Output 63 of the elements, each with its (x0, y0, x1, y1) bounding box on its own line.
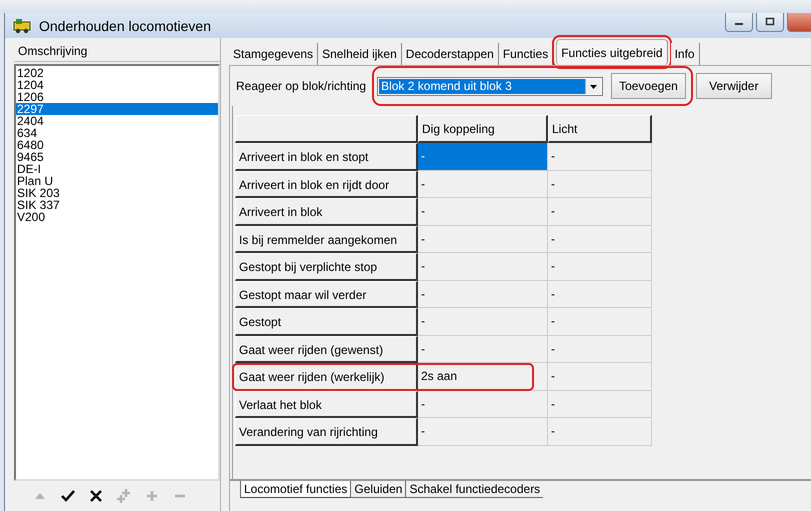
table-cell[interactable]: - (548, 336, 652, 363)
row-header: Verlaat het blok (235, 390, 418, 418)
tab[interactable]: Geluiden (350, 481, 406, 498)
row-header: Gestopt maar wil verder (235, 280, 418, 308)
row-header: Gestopt (235, 308, 418, 336)
table-cell[interactable]: - (418, 390, 548, 418)
table-cell[interactable]: - (418, 336, 548, 363)
list-item[interactable]: 6480 (16, 139, 218, 151)
row-header: Verandering van rijrichting (235, 418, 418, 446)
table-cell[interactable]: - (548, 143, 652, 170)
table-cell[interactable]: - (418, 253, 548, 280)
list-item[interactable]: DE-I (16, 163, 218, 175)
list-item[interactable]: V200 (16, 211, 218, 223)
table-cell[interactable]: - (418, 418, 548, 446)
list-item[interactable]: 9465 (16, 151, 218, 163)
table-cell[interactable]: - (548, 280, 652, 308)
table-cell[interactable]: - (418, 226, 548, 253)
list-item[interactable]: 1204 (16, 79, 218, 91)
column-header: Licht (548, 115, 652, 143)
maximize-button[interactable] (756, 13, 784, 32)
block-dropdown[interactable]: Blok 2 komend uit blok 3 (377, 76, 604, 96)
table-cell[interactable]: - (548, 170, 652, 198)
table-cell[interactable]: - (418, 198, 548, 226)
row-header: Gestopt bij verplichte stop (235, 253, 418, 280)
list-item[interactable]: SIK 337 (16, 199, 218, 211)
table-cell[interactable]: - (418, 143, 548, 170)
table-cell[interactable]: - (548, 253, 652, 280)
cross-icon[interactable] (88, 488, 104, 504)
list-item[interactable]: Plan U (16, 175, 218, 187)
table-cell[interactable]: - (548, 198, 652, 226)
list-item[interactable]: 634 (16, 127, 218, 139)
row-header: Arriveert in blok en stopt (235, 143, 418, 170)
tab[interactable]: Info (670, 43, 700, 65)
table-cell[interactable]: - (548, 390, 652, 418)
tab[interactable]: Schakel functiedecoders (405, 481, 544, 498)
action-button[interactable]: Verwijder (696, 73, 772, 99)
caret-icon (585, 78, 602, 94)
maximize-icon (765, 17, 775, 27)
row-header: Is bij remmelder aangekomen (235, 226, 418, 253)
table-cell[interactable]: - (548, 226, 652, 253)
list-item[interactable]: 2297 (16, 103, 218, 115)
table-cell[interactable]: - (418, 308, 548, 336)
table-cell[interactable]: - (418, 280, 548, 308)
column-header: Dig koppeling (418, 115, 548, 143)
dropdown-value: Blok 2 komend uit blok 3 (379, 78, 586, 94)
window-title: Onderhouden locomotieven (39, 18, 212, 34)
minimize-button[interactable] (725, 13, 753, 32)
list-item[interactable]: 2404 (16, 115, 218, 127)
check-icon[interactable] (60, 488, 76, 504)
table-cell[interactable]: - (548, 418, 652, 446)
row-header: Arriveert in blok (235, 198, 418, 226)
table-cell[interactable]: - (418, 170, 548, 198)
list-item[interactable]: 1202 (16, 67, 218, 79)
table-cell[interactable]: - (548, 363, 652, 390)
locomotive-icon (13, 18, 33, 34)
field-label: Reageer op blok/richting (236, 79, 366, 93)
list-item[interactable]: 1206 (16, 91, 218, 103)
row-header: Gaat weer rijden (gewenst) (235, 336, 418, 363)
row-header: Arriveert in blok en rijdt door (235, 170, 418, 198)
action-button[interactable]: Toevoegen (611, 73, 686, 99)
tab[interactable]: Locomotief functies (240, 481, 350, 498)
table-cell[interactable]: - (548, 308, 652, 336)
list-item[interactable]: SIK 203 (16, 187, 218, 199)
